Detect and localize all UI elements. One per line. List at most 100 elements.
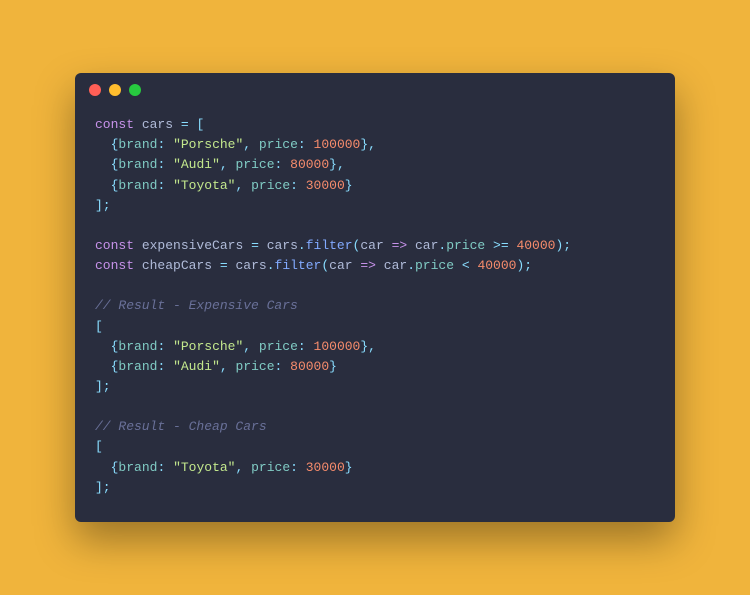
colon: :	[275, 157, 283, 172]
comma: ,	[235, 178, 243, 193]
property: price	[259, 137, 298, 152]
code-line: ];	[95, 480, 111, 495]
number: 40000	[516, 238, 555, 253]
number: 80000	[290, 359, 329, 374]
colon: :	[157, 460, 165, 475]
colon: :	[157, 137, 165, 152]
function: filter	[275, 258, 322, 273]
function: filter	[306, 238, 353, 253]
string: "Audi"	[173, 359, 220, 374]
punct: },	[360, 339, 376, 354]
colon: :	[157, 178, 165, 193]
property: brand	[118, 178, 157, 193]
titlebar	[75, 73, 675, 107]
code-line: {brand: "Porsche", price: 100000},	[111, 137, 376, 152]
string: "Toyota"	[173, 178, 235, 193]
number: 80000	[290, 157, 329, 172]
property: price	[236, 157, 275, 172]
code-line: {brand: "Porsche", price: 100000},	[111, 339, 376, 354]
paren: (	[321, 258, 329, 273]
property: price	[236, 359, 275, 374]
punct: [	[95, 439, 103, 454]
paren: );	[555, 238, 571, 253]
code-line: // Result - Expensive Cars	[95, 298, 298, 313]
code-line: [	[95, 439, 103, 454]
close-icon[interactable]	[89, 84, 101, 96]
code-window: const cars = [ {brand: "Porsche", price:…	[75, 73, 675, 522]
colon: :	[298, 137, 306, 152]
punct: [	[95, 319, 103, 334]
punct: [	[196, 117, 204, 132]
paren: );	[516, 258, 532, 273]
string: "Porsche"	[173, 339, 243, 354]
identifier: car	[415, 238, 438, 253]
number: 30000	[306, 178, 345, 193]
code-block: const cars = [ {brand: "Porsche", price:…	[75, 107, 675, 522]
string: "Toyota"	[173, 460, 235, 475]
comma: ,	[243, 137, 251, 152]
identifier: cars	[235, 258, 266, 273]
punct: }	[329, 359, 337, 374]
colon: :	[157, 359, 165, 374]
punct: ];	[95, 480, 111, 495]
code-line: const cars = [	[95, 117, 204, 132]
code-line: {brand: "Audi", price: 80000},	[111, 157, 345, 172]
dot: .	[407, 258, 415, 273]
number: 40000	[477, 258, 516, 273]
dot: .	[298, 238, 306, 253]
colon: :	[275, 359, 283, 374]
colon: :	[290, 460, 298, 475]
string: "Audi"	[173, 157, 220, 172]
dot: .	[267, 258, 275, 273]
property: price	[259, 339, 298, 354]
keyword: const	[95, 258, 134, 273]
code-line: {brand: "Audi", price: 80000}	[111, 359, 337, 374]
code-line: // Result - Cheap Cars	[95, 419, 267, 434]
property: price	[251, 460, 290, 475]
operator: =	[220, 258, 228, 273]
code-line: ];	[95, 198, 111, 213]
identifier: cheapCars	[142, 258, 212, 273]
operator: =	[251, 238, 259, 253]
operator: <	[462, 258, 470, 273]
property: price	[415, 258, 454, 273]
comma: ,	[220, 157, 228, 172]
identifier: car	[384, 258, 407, 273]
code-line: ];	[95, 379, 111, 394]
colon: :	[157, 339, 165, 354]
number: 100000	[314, 137, 361, 152]
property: price	[446, 238, 485, 253]
operator: >=	[493, 238, 509, 253]
comma: ,	[235, 460, 243, 475]
property: price	[251, 178, 290, 193]
code-line: const cheapCars = cars.filter(car => car…	[95, 258, 532, 273]
param: car	[360, 238, 383, 253]
property: brand	[118, 339, 157, 354]
comment: // Result - Cheap Cars	[95, 419, 267, 434]
property: brand	[118, 157, 157, 172]
comma: ,	[243, 339, 251, 354]
punct: },	[360, 137, 376, 152]
identifier: expensiveCars	[142, 238, 243, 253]
code-line: {brand: "Toyota", price: 30000}	[111, 460, 353, 475]
punct: }	[345, 178, 353, 193]
operator: =	[181, 117, 189, 132]
property: brand	[118, 359, 157, 374]
comment: // Result - Expensive Cars	[95, 298, 298, 313]
identifier: cars	[267, 238, 298, 253]
minimize-icon[interactable]	[109, 84, 121, 96]
arrow: =>	[360, 258, 376, 273]
identifier: cars	[142, 117, 173, 132]
number: 100000	[314, 339, 361, 354]
code-line: [	[95, 319, 103, 334]
keyword: const	[95, 117, 134, 132]
colon: :	[298, 339, 306, 354]
comma: ,	[220, 359, 228, 374]
property: brand	[118, 137, 157, 152]
zoom-icon[interactable]	[129, 84, 141, 96]
arrow: =>	[392, 238, 408, 253]
colon: :	[290, 178, 298, 193]
string: "Porsche"	[173, 137, 243, 152]
punct: ];	[95, 379, 111, 394]
code-line: {brand: "Toyota", price: 30000}	[111, 178, 353, 193]
